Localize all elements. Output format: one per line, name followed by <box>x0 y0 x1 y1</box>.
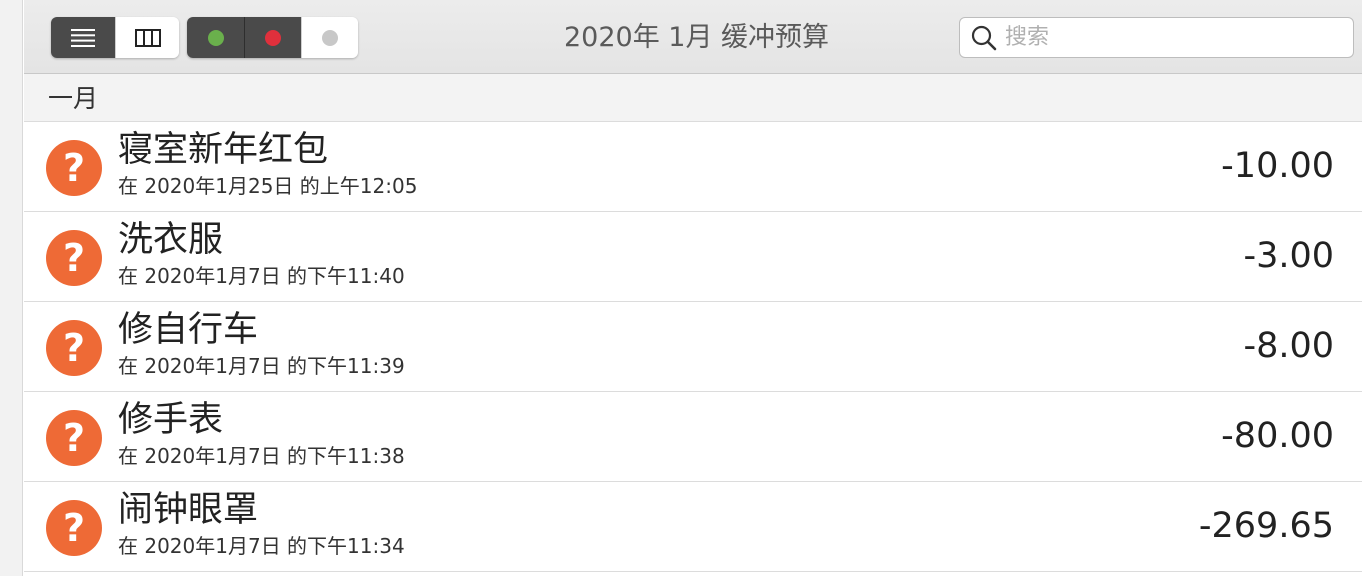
transaction-date: 在 2020年1月7日 的下午11:39 <box>118 354 405 378</box>
question-mark-icon: ? <box>46 500 102 556</box>
transaction-name: 修自行车 <box>118 310 259 350</box>
question-mark-icon: ? <box>46 320 102 376</box>
red-dot-icon <box>265 29 281 46</box>
search-box[interactable] <box>959 17 1354 58</box>
window-title: 2020年 1月 缓冲预算 <box>564 22 830 53</box>
toolbar: 2020年 1月 缓冲预算 <box>24 0 1362 74</box>
transaction-row[interactable]: ? 闹钟眼罩 在 2020年1月7日 的下午11:34 -269.65 <box>24 482 1362 572</box>
transaction-name: 洗衣服 <box>118 220 224 260</box>
transaction-date: 在 2020年1月25日 的上午12:05 <box>118 174 418 198</box>
transaction-name: 修手表 <box>118 400 224 440</box>
columns-icon <box>134 28 161 47</box>
question-mark-icon: ? <box>46 410 102 466</box>
transaction-amount: -3.00 <box>1243 236 1334 276</box>
transaction-amount: -269.65 <box>1198 506 1334 546</box>
sidebar-edge <box>0 0 23 576</box>
question-mark-icon: ? <box>46 140 102 196</box>
list-icon <box>71 28 95 47</box>
transaction-date: 在 2020年1月7日 的下午11:34 <box>118 534 405 558</box>
filter-uncleared-button[interactable] <box>244 17 301 58</box>
question-mark-icon: ? <box>46 230 102 286</box>
list-view-button[interactable] <box>51 17 115 58</box>
search-icon <box>971 25 997 51</box>
month-section-header: 一月 <box>24 74 1362 122</box>
green-dot-icon <box>207 29 224 46</box>
filter-cleared-button[interactable] <box>187 17 244 58</box>
transaction-row[interactable]: ? 修手表 在 2020年1月7日 的下午11:38 -80.00 <box>24 392 1362 482</box>
transaction-row[interactable]: ? 寝室新年红包 在 2020年1月25日 的上午12:05 -10.00 <box>24 122 1362 212</box>
status-filter-segmented-control <box>187 17 358 58</box>
main-pane: 2020年 1月 缓冲预算 一月 ? 寝室新年红包 在 2020年1月25日 的… <box>24 0 1362 576</box>
transaction-name: 寝室新年红包 <box>118 130 329 170</box>
transaction-list: ? 寝室新年红包 在 2020年1月25日 的上午12:05 -10.00 ? … <box>24 122 1362 572</box>
app-window: 2020年 1月 缓冲预算 一月 ? 寝室新年红包 在 2020年1月25日 的… <box>0 0 1362 576</box>
column-view-button[interactable] <box>115 17 179 58</box>
transaction-row[interactable]: ? 洗衣服 在 2020年1月7日 的下午11:40 -3.00 <box>24 212 1362 302</box>
filter-other-button[interactable] <box>301 17 358 58</box>
view-mode-segmented-control <box>51 17 179 58</box>
transaction-amount: -80.00 <box>1221 416 1334 456</box>
transaction-row[interactable]: ? 修自行车 在 2020年1月7日 的下午11:39 -8.00 <box>24 302 1362 392</box>
transaction-amount: -8.00 <box>1243 326 1334 366</box>
search-input[interactable] <box>1005 25 1335 50</box>
gray-dot-icon <box>322 29 338 46</box>
transaction-name: 闹钟眼罩 <box>118 490 259 530</box>
transaction-amount: -10.00 <box>1221 146 1334 186</box>
transaction-date: 在 2020年1月7日 的下午11:40 <box>118 264 405 288</box>
transaction-date: 在 2020年1月7日 的下午11:38 <box>118 444 405 468</box>
